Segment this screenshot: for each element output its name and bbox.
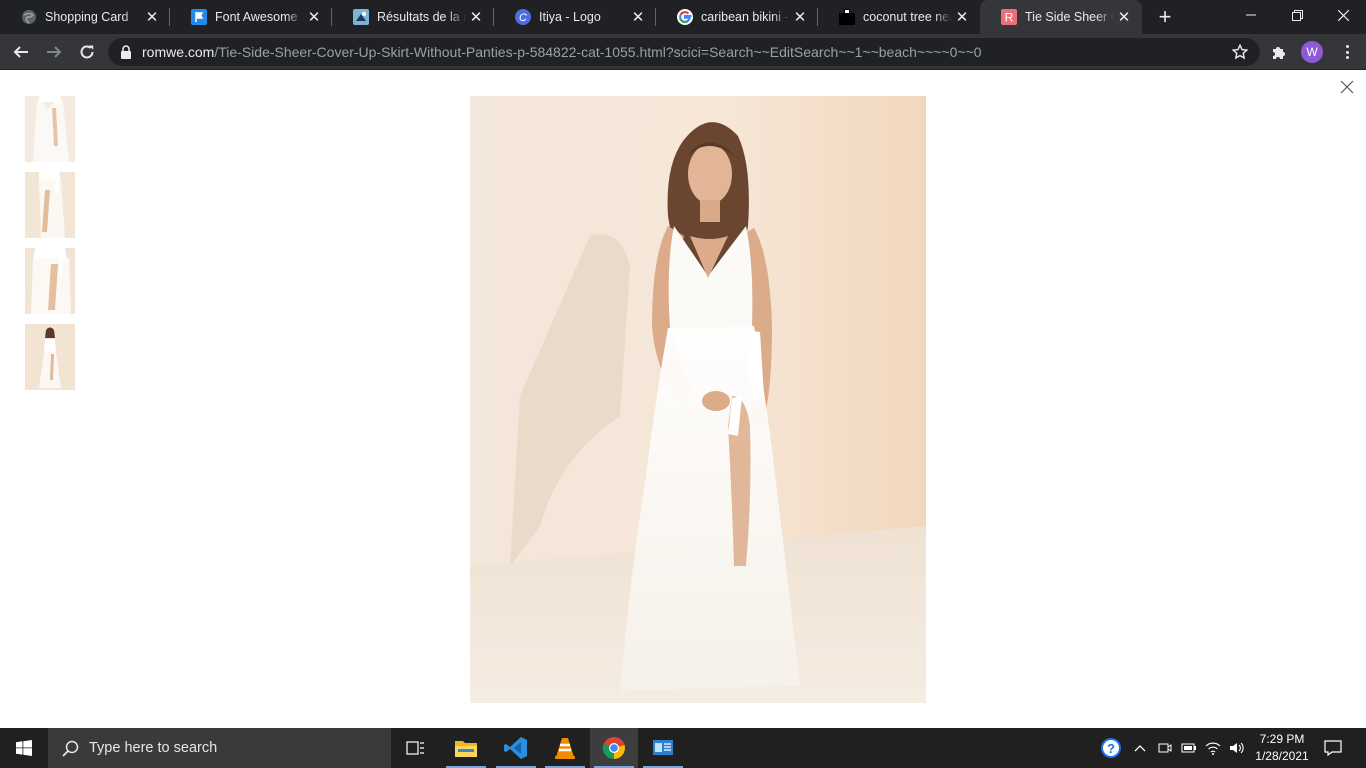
forward-arrow-icon[interactable] bbox=[41, 39, 67, 65]
tab-title: coconut tree near bbox=[863, 10, 952, 24]
reload-icon[interactable] bbox=[74, 39, 100, 65]
battery-icon[interactable] bbox=[1179, 728, 1199, 768]
windows-start-icon[interactable] bbox=[0, 728, 48, 768]
canva-icon: C bbox=[515, 9, 531, 25]
lock-icon[interactable] bbox=[120, 45, 132, 59]
vlc-icon[interactable] bbox=[541, 728, 589, 768]
romwe-icon: R bbox=[1001, 9, 1017, 25]
tab-close-icon[interactable]: ✕ bbox=[142, 7, 162, 27]
image-search-icon bbox=[353, 9, 369, 25]
thumbnail-3[interactable] bbox=[25, 248, 75, 314]
thumbnail-2[interactable] bbox=[25, 172, 75, 238]
tab-itiya-logo[interactable]: C Itiya - Logo ✕ bbox=[494, 0, 656, 34]
google-icon bbox=[677, 9, 693, 25]
wifi-icon[interactable] bbox=[1203, 728, 1223, 768]
url-path: /Tie-Side-Sheer-Cover-Up-Skirt-Without-P… bbox=[214, 44, 982, 60]
url-text: romwe.com/Tie-Side-Sheer-Cover-Up-Skirt-… bbox=[142, 44, 982, 60]
tab-resultats-recherche[interactable]: Résultats de la recherche ✕ bbox=[332, 0, 494, 34]
svg-text:C: C bbox=[519, 12, 527, 24]
tab-title: Itiya - Logo bbox=[539, 10, 601, 24]
file-explorer-icon[interactable] bbox=[442, 728, 490, 768]
browser-toolbar: romwe.com/Tie-Side-Sheer-Cover-Up-Skirt-… bbox=[0, 34, 1366, 70]
tab-close-icon[interactable]: ✕ bbox=[466, 7, 486, 27]
tab-close-icon[interactable]: ✕ bbox=[790, 7, 810, 27]
help-icon[interactable]: ? bbox=[1098, 728, 1124, 768]
tab-tie-side-sheer[interactable]: R Tie Side Sheer Cover Up Skirt ✕ bbox=[980, 0, 1142, 34]
close-icon[interactable] bbox=[1340, 80, 1354, 94]
tab-title: Shopping Card bbox=[45, 10, 129, 24]
thumbnail-4[interactable] bbox=[25, 324, 75, 390]
profile-avatar[interactable]: W bbox=[1301, 41, 1323, 63]
tab-coconut-tree[interactable]: coconut tree near ✕ bbox=[818, 0, 980, 34]
clock-date: 1/28/2021 bbox=[1255, 749, 1309, 763]
url-host: romwe.com bbox=[142, 44, 215, 60]
tab-title: Font Awesome bbox=[215, 10, 298, 24]
image-viewer bbox=[0, 71, 1366, 728]
tab-title: caribean bikini - Recherche bbox=[701, 10, 790, 24]
search-placeholder: Type here to search bbox=[89, 740, 218, 756]
tab-close-icon[interactable]: ✕ bbox=[628, 7, 648, 27]
globe-icon bbox=[21, 9, 37, 25]
task-view-icon[interactable] bbox=[392, 728, 440, 768]
system-clock[interactable]: 7:29 PM 1/28/2021 bbox=[1246, 731, 1318, 765]
close-window-icon[interactable] bbox=[1320, 0, 1366, 30]
chrome-icon[interactable] bbox=[590, 728, 638, 768]
svg-text:?: ? bbox=[1107, 741, 1115, 756]
control-panel-icon[interactable] bbox=[639, 728, 687, 768]
thumbnail-1[interactable] bbox=[25, 96, 75, 162]
address-bar[interactable]: romwe.com/Tie-Side-Sheer-Cover-Up-Skirt-… bbox=[108, 38, 1260, 66]
notifications-icon[interactable] bbox=[1320, 728, 1346, 768]
tab-title: Tie Side Sheer Cover Up Skirt bbox=[1025, 10, 1114, 24]
search-icon bbox=[62, 740, 79, 757]
clock-time: 7:29 PM bbox=[1259, 732, 1305, 746]
tab-close-icon[interactable]: ✕ bbox=[1114, 7, 1134, 27]
chevron-up-icon[interactable] bbox=[1130, 728, 1150, 768]
vscode-icon[interactable] bbox=[492, 728, 540, 768]
back-arrow-icon[interactable] bbox=[8, 39, 34, 65]
product-photo bbox=[470, 96, 926, 703]
tab-strip: Shopping Card ✕ Font Awesome ✕ Résultats… bbox=[0, 0, 1366, 34]
flag-icon bbox=[191, 9, 207, 25]
meet-now-icon[interactable] bbox=[1155, 728, 1175, 768]
taskbar-search-input[interactable]: Type here to search bbox=[48, 728, 391, 768]
windows-taskbar: Type here to search ? 7:29 PM 1/28/2021 bbox=[0, 728, 1366, 768]
volume-icon[interactable] bbox=[1227, 728, 1247, 768]
tab-caribean-bikini[interactable]: caribean bikini - Recherche ✕ bbox=[656, 0, 818, 34]
extensions-puzzle-icon[interactable] bbox=[1270, 43, 1288, 61]
tab-font-awesome[interactable]: Font Awesome ✕ bbox=[170, 0, 332, 34]
tab-title: Résultats de la recherche bbox=[377, 10, 466, 24]
black-logo-icon bbox=[839, 9, 855, 25]
tab-close-icon[interactable]: ✕ bbox=[304, 7, 324, 27]
svg-text:R: R bbox=[1005, 11, 1014, 25]
minimize-icon[interactable] bbox=[1228, 0, 1274, 30]
new-tab-icon[interactable]: + bbox=[1153, 4, 1177, 29]
menu-dots-icon[interactable] bbox=[1338, 43, 1356, 61]
restore-icon[interactable] bbox=[1274, 0, 1320, 30]
tab-close-icon[interactable]: ✕ bbox=[952, 7, 972, 27]
bookmark-star-icon[interactable] bbox=[1232, 44, 1248, 60]
tab-shopping-card[interactable]: Shopping Card ✕ bbox=[0, 0, 170, 34]
